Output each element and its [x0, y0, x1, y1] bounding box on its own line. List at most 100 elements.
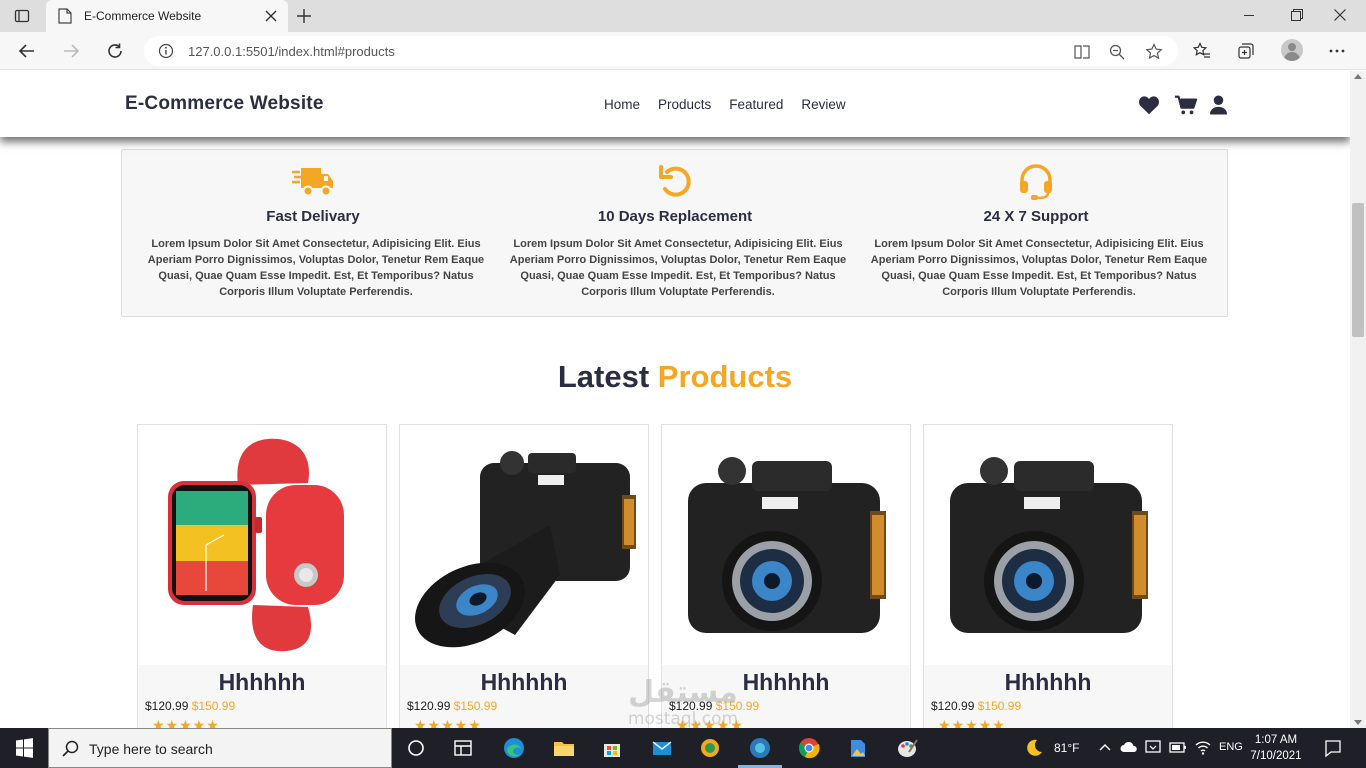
scrollbar-thumb[interactable]: [1352, 203, 1364, 337]
network-device-icon[interactable]: [1144, 738, 1162, 756]
taskbar-search-box[interactable]: Type here to search: [48, 728, 392, 768]
product-price: $120.99 $150.99: [145, 699, 235, 713]
feature-fast-delivery: Fast Delivary Lorem Ipsum Dolor Sit Amet…: [132, 150, 494, 318]
page-icon: [58, 8, 72, 24]
user-icon[interactable]: [1209, 94, 1228, 116]
section-title-part1: Latest: [557, 359, 650, 394]
current-price: $120.99: [669, 699, 713, 713]
rating-stars: ★★★★★: [152, 717, 220, 728]
product-name[interactable]: Hhhhhh: [400, 669, 648, 696]
feature-text: Lorem Ipsum Dolor Sit Amet Consectetur, …: [147, 238, 485, 298]
feature-support: 24 X 7 Support Lorem Ipsum Dolor Sit Ame…: [855, 150, 1217, 318]
old-price: $150.99: [191, 699, 236, 713]
product-price: $120.99 $150.99: [931, 699, 1021, 713]
clock-date: 7/10/2021: [1250, 750, 1302, 762]
nav-link-featured[interactable]: Featured: [729, 97, 783, 112]
edge-browser-icon[interactable]: [502, 736, 526, 760]
product-name[interactable]: Hhhhhh: [138, 669, 386, 696]
tab-actions-icon[interactable]: [14, 8, 30, 24]
dslr-camera-image: [688, 457, 886, 633]
current-price: $120.99: [145, 699, 189, 713]
task-view-icon[interactable]: [404, 736, 428, 760]
immersive-reader-icon[interactable]: [1073, 43, 1091, 61]
system-clock[interactable]: 1:07 AM 7/10/2021: [1244, 732, 1308, 764]
product-card[interactable]: Hhhhhh $120.99 $150.99 ★★★★★: [661, 424, 911, 728]
collections-icon[interactable]: [1237, 42, 1255, 60]
close-tab-icon[interactable]: [264, 9, 278, 23]
main-nav: Home Products Featured Review: [604, 97, 846, 112]
old-price: $150.99: [977, 699, 1022, 713]
chrome-icon[interactable]: [797, 736, 821, 760]
site-info-icon[interactable]: [158, 43, 174, 59]
feature-text: Lorem Ipsum Dolor Sit Amet Consectetur, …: [870, 238, 1208, 298]
store-icon[interactable]: [600, 736, 624, 760]
product-name[interactable]: Hhhhhh: [662, 669, 910, 696]
back-arrow-icon[interactable]: [18, 42, 36, 60]
edge-dev-icon[interactable]: [748, 736, 772, 760]
rating-stars: ★★★★★: [938, 717, 1006, 728]
favorites-icon[interactable]: [1193, 42, 1211, 60]
app-icon[interactable]: [698, 736, 722, 760]
browser-tab[interactable]: E-Commerce Website: [46, 0, 288, 32]
windows-start-icon[interactable]: [0, 728, 48, 768]
battery-icon[interactable]: [1168, 738, 1188, 756]
new-tab-icon[interactable]: [296, 8, 312, 24]
chevron-up-icon[interactable]: [1098, 740, 1112, 754]
scroll-up-arrow-icon[interactable]: [1354, 74, 1362, 79]
scroll-down-arrow-icon[interactable]: [1354, 720, 1362, 725]
truck-icon: [292, 168, 333, 197]
weather-temperature[interactable]: 81°F: [1054, 741, 1079, 755]
file-explorer-icon[interactable]: [552, 736, 576, 760]
nav-link-home[interactable]: Home: [604, 97, 640, 112]
product-name[interactable]: Hhhhhh: [924, 669, 1172, 696]
product-card[interactable]: Hhhhhh $120.99 $150.99 ★★★★★: [399, 424, 649, 728]
feature-title: Fast Delivary: [266, 208, 360, 225]
zoom-icon[interactable]: [1108, 43, 1126, 61]
paint-icon[interactable]: [895, 736, 919, 760]
browser-tab-bar: E-Commerce Website: [0, 0, 1366, 32]
product-price: $120.99 $150.99: [407, 699, 497, 713]
onedrive-cloud-icon[interactable]: [1120, 739, 1138, 755]
section-title: Latest Products: [0, 359, 1350, 395]
nav-link-products[interactable]: Products: [658, 97, 711, 112]
photos-icon[interactable]: [846, 736, 870, 760]
site-header: E-Commerce Website Home Products Feature…: [0, 71, 1350, 137]
restore-icon[interactable]: [1291, 9, 1303, 21]
search-placeholder: Type here to search: [89, 741, 213, 757]
product-info: Hhhhhh $120.99 $150.99 ★★★★★: [924, 665, 1172, 728]
rating-stars: ★★★★★: [414, 717, 482, 728]
refresh-icon: [659, 165, 691, 197]
widgets-icon[interactable]: [451, 736, 475, 760]
add-favorite-icon[interactable]: [1145, 43, 1163, 61]
clock-time: 1:07 AM: [1254, 734, 1298, 746]
input-language[interactable]: ENG: [1219, 741, 1243, 753]
cart-icon[interactable]: [1174, 94, 1198, 116]
refresh-icon[interactable]: [106, 42, 124, 60]
current-price: $120.99: [407, 699, 451, 713]
features-section: Fast Delivary Lorem Ipsum Dolor Sit Amet…: [121, 149, 1228, 317]
wifi-icon[interactable]: [1194, 738, 1212, 756]
feature-title: 10 Days Replacement: [597, 208, 753, 225]
address-bar[interactable]: 127.0.0.1:5501/index.html#products: [144, 36, 1178, 66]
profile-avatar[interactable]: [1281, 39, 1303, 61]
product-card[interactable]: Hhhhhh $120.99 $150.99 ★★★★★: [923, 424, 1173, 728]
moon-weather-icon[interactable]: [1022, 737, 1044, 759]
feature-text: Lorem Ipsum Dolor Sit Amet Consectetur, …: [509, 238, 847, 298]
product-card[interactable]: Hhhhhh $120.99 $150.99 ★★★★★: [137, 424, 387, 728]
current-price: $120.99: [931, 699, 975, 713]
page-viewport: E-Commerce Website Home Products Feature…: [0, 71, 1350, 728]
more-options-icon[interactable]: [1328, 42, 1346, 60]
nav-link-review[interactable]: Review: [801, 97, 845, 112]
forward-arrow-icon[interactable]: [62, 42, 80, 60]
mail-icon[interactable]: [650, 736, 674, 760]
rating-stars: ★★★★★: [676, 717, 744, 728]
notifications-icon[interactable]: [1323, 738, 1343, 758]
minimize-icon[interactable]: [1244, 15, 1254, 16]
url-text[interactable]: 127.0.0.1:5501/index.html#products: [188, 44, 395, 59]
vertical-scrollbar[interactable]: [1350, 71, 1366, 728]
smartwatch-image: [168, 438, 344, 652]
heart-icon[interactable]: [1138, 94, 1160, 116]
tab-title: E-Commerce Website: [84, 9, 202, 23]
site-logo[interactable]: E-Commerce Website: [125, 93, 324, 115]
close-window-icon[interactable]: [1334, 9, 1346, 21]
